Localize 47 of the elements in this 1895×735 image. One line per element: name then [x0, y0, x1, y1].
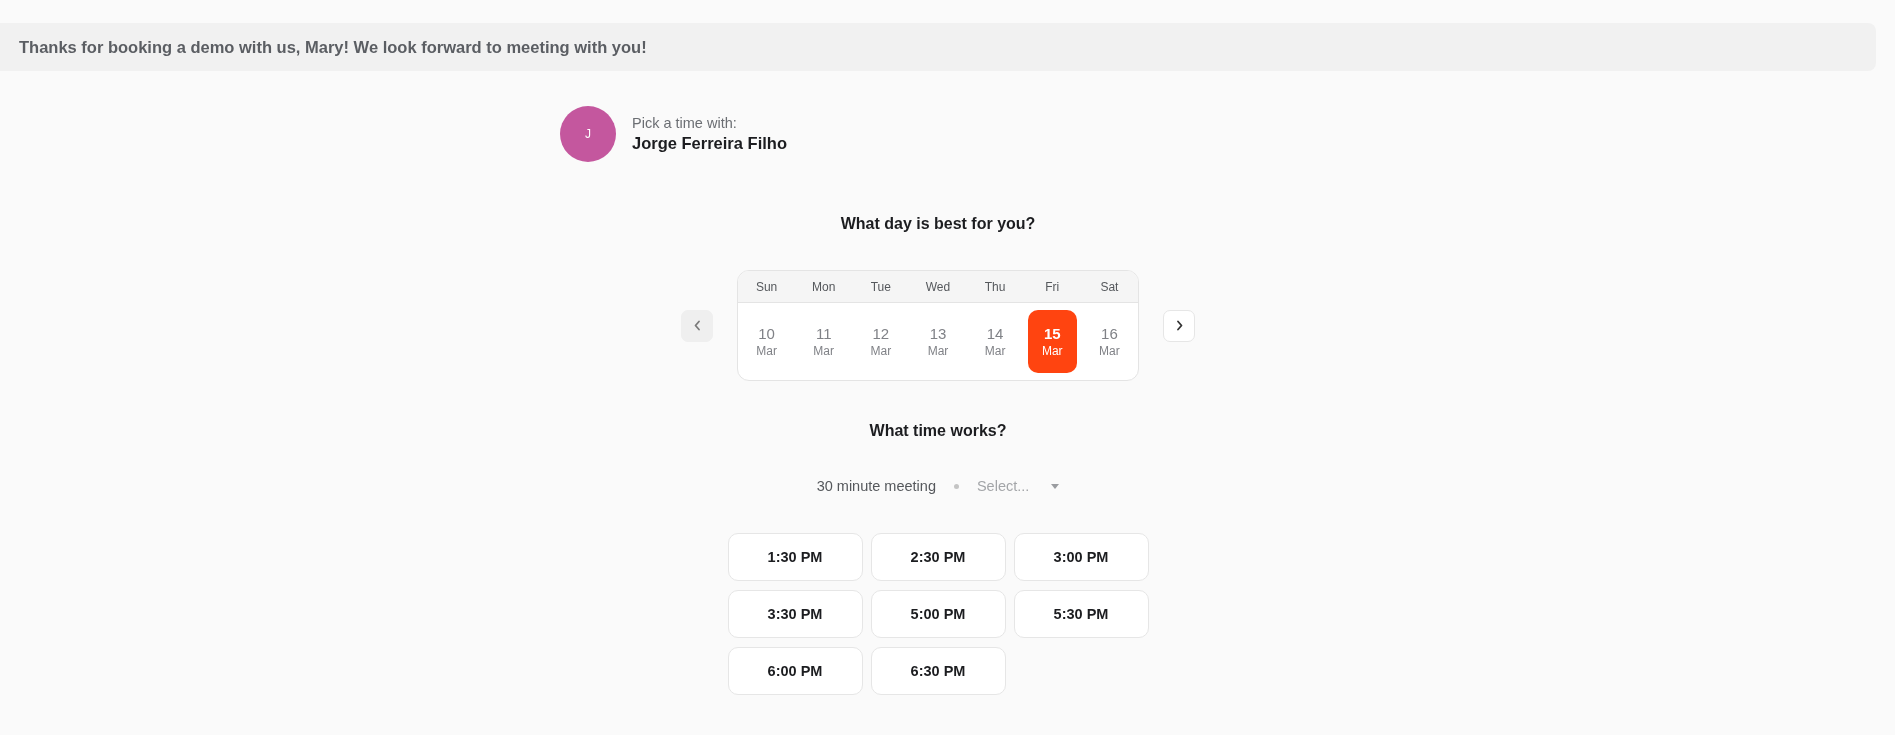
time-slot-button[interactable]: 2:30 PM: [870, 533, 1006, 581]
separator-dot-icon: [953, 483, 959, 489]
date-number: 15: [1043, 325, 1061, 342]
weekday-label: Tue: [869, 279, 892, 294]
time-slot-button[interactable]: 6:30 PM: [870, 647, 1006, 695]
date-month: Mar: [756, 344, 777, 358]
next-week-button[interactable]: [1163, 309, 1195, 342]
date-month: Mar: [813, 344, 835, 358]
time-heading: What time works?: [869, 422, 1007, 440]
date-number: 16: [1101, 325, 1118, 342]
date-number: 14: [986, 325, 1004, 342]
time-slot-button[interactable]: 6:00 PM: [727, 647, 863, 695]
host-name: Jorge Ferreira Filho: [632, 134, 787, 153]
time-slot-button[interactable]: 1:30 PM: [727, 533, 863, 581]
time-slot-button[interactable]: 5:30 PM: [1013, 590, 1149, 638]
weekday-label: Sun: [754, 279, 779, 294]
chevron-right-icon: [1174, 320, 1184, 331]
date-option[interactable]: 10 Mar: [742, 310, 792, 373]
date-option[interactable]: 13 Mar: [913, 310, 963, 373]
confirmation-message: Thanks for booking a demo with us, Mary! We look forward to meeting with you!: [19, 37, 647, 57]
meeting-duration: 30 minute meeting: [816, 478, 936, 494]
date-month: Mar: [927, 344, 949, 358]
time-slot-button[interactable]: 3:30 PM: [727, 590, 863, 638]
weekday-label: Sat: [1099, 279, 1120, 294]
weekday-label: Fri: [1044, 279, 1061, 294]
date-option[interactable]: 12 Mar: [856, 310, 906, 373]
date-option[interactable]: 16 Mar: [1084, 310, 1134, 373]
host-avatar: J: [560, 106, 616, 162]
day-heading: What day is best for you?: [840, 215, 1036, 233]
date-number: 11: [815, 325, 832, 342]
time-slot-button[interactable]: 3:00 PM: [1013, 533, 1149, 581]
date-month: Mar: [1099, 344, 1120, 358]
date-option[interactable]: 11 Mar: [799, 310, 849, 373]
chevron-left-icon: [692, 320, 702, 331]
date-month: Mar: [870, 344, 892, 358]
weekday-label: Mon: [811, 279, 837, 294]
weekday-label: Thu: [983, 279, 1007, 294]
caret-down-icon: [1051, 483, 1060, 489]
host-caption: Pick a time with:: [632, 115, 738, 131]
time-slot-button[interactable]: 5:00 PM: [870, 590, 1006, 638]
date-number: 13: [929, 325, 947, 342]
date-month: Mar: [1041, 344, 1063, 358]
date-number: 12: [872, 325, 890, 342]
weekday-label: Wed: [924, 279, 952, 294]
date-option[interactable]: 14 Mar: [970, 310, 1020, 373]
date-number: 10: [758, 325, 775, 342]
date-month: Mar: [984, 344, 1006, 358]
